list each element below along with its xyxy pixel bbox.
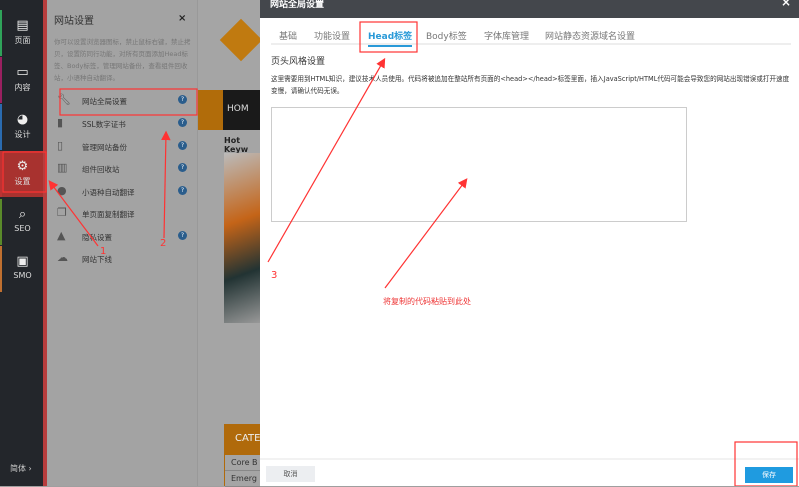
sidebar: ▤ 页面 ▭ 内容 ◕ 设计 ⚙ 设置 ⌕ SEO ▣ SMO 简体 › (0, 0, 44, 486)
category-title: CATE (235, 433, 261, 444)
help-icon[interactable]: ? (178, 95, 187, 104)
trash-icon: ▥ (57, 161, 68, 174)
hot-keywords: Hot Keyw (224, 136, 249, 154)
help-icon[interactable]: ? (178, 186, 187, 195)
archive-icon: ▯ (57, 139, 64, 152)
item-label: 小语种自动翻译 (82, 188, 135, 197)
cancel-button[interactable]: 取消 (266, 466, 315, 482)
panel-item-global-settings[interactable]: 🔧︎ 网站全局设置? (55, 90, 195, 112)
sidebar-item-page[interactable]: ▤ 页面 (0, 10, 43, 56)
panel-item-privacy[interactable]: ▲ 隐私设置? (55, 226, 195, 248)
item-label: SSL数字证书 (82, 120, 126, 129)
tab-static-domain[interactable]: 网站静态资源域名设置 (545, 29, 635, 42)
tab-fonts[interactable]: 字体库管理 (484, 29, 529, 42)
item-label: 单页面复制翻译 (82, 210, 135, 219)
dialog-header: 网站全局设置 × (260, 0, 799, 18)
sidebar-label: 内容 (14, 83, 31, 92)
close-icon[interactable]: × (178, 13, 186, 24)
category-row: Emerg (225, 471, 260, 487)
sidebar-item-seo[interactable]: ⌕ SEO (0, 199, 43, 245)
lock-icon: ▮ (57, 116, 64, 129)
sidebar-label: 页面 (14, 36, 31, 45)
site-logo (219, 18, 263, 62)
help-icon[interactable]: ? (178, 231, 187, 240)
help-icon[interactable]: ? (178, 141, 187, 150)
sidebar-item-smo[interactable]: ▣ SMO (0, 246, 43, 292)
section-description: 这里需要用到HTML知识，建议技术人员使用。代码将被追加在整站所有页面的<hea… (271, 75, 790, 95)
panel-item-backup[interactable]: ▯ 管理网站备份? (55, 136, 195, 158)
site-category-box: CATE Core B Emerg (224, 424, 261, 487)
item-label: 管理网站备份 (82, 143, 127, 152)
search-icon: ⌕ (18, 207, 27, 222)
sidebar-item-settings[interactable]: ⚙ 设置 (0, 151, 43, 197)
page-icon: ▤ (16, 18, 29, 33)
panel-title: 网站设置 (54, 16, 94, 27)
sidebar-label: 设置 (14, 177, 31, 186)
briefcase-icon: ▣ (16, 254, 29, 269)
global-settings-dialog: 网站全局设置 × 基础 功能设置 Head标签 Body标签 字体库管理 网站静态… (260, 0, 799, 486)
sidebar-label: 设计 (14, 130, 31, 139)
wrench-icon: 🔧︎ (57, 93, 71, 106)
sidebar-label: SEO (14, 224, 31, 233)
help-icon[interactable]: ? (178, 118, 187, 127)
sidebar-item-design[interactable]: ◕ 设计 (0, 104, 43, 150)
panel-item-page-copy-translate[interactable]: ❐ 单页面复制翻译 (55, 203, 195, 225)
annotation-hint: 将复制的代码粘贴到此处 (383, 297, 471, 306)
help-icon[interactable]: ? (178, 163, 187, 172)
palette-icon: ◕ (16, 112, 29, 127)
tab-basic[interactable]: 基础 (279, 29, 297, 42)
tab-head[interactable]: Head标签 (368, 29, 413, 47)
save-button[interactable]: 保存 (745, 467, 793, 483)
section-title: 页头风格设置 (271, 57, 326, 67)
panel-item-auto-translate[interactable]: ● 小语种自动翻译? (55, 181, 195, 203)
panel-description: 你可以设置浏览器图标，禁止鼠标右键，禁止拷贝，设置防同行功能，对所有页面添加He… (54, 38, 191, 82)
gear-icon: ⚙ (16, 159, 29, 174)
dialog-title: 网站全局设置 (270, 0, 325, 10)
settings-panel: 网站设置 × 你可以设置浏览器图标，禁止鼠标右键，禁止拷贝，设置防同行功能，对所… (47, 0, 197, 486)
site-nav-home: HOM (223, 90, 261, 130)
panel-item-recycle-bin[interactable]: ▥ 组件回收站? (55, 158, 195, 180)
panel-item-ssl[interactable]: ▮ SSL数字证书? (55, 113, 195, 135)
category-row: Core B (225, 455, 260, 471)
globe-icon: ● (57, 184, 67, 197)
copy-icon: ❐ (57, 206, 67, 219)
language-switcher[interactable]: 简体 › (10, 463, 32, 474)
cloud-download-icon: ☁ (57, 251, 68, 264)
item-label: 隐私设置 (82, 233, 112, 242)
content-icon: ▭ (16, 65, 29, 80)
site-banner-image (224, 153, 261, 323)
privacy-icon: ▲ (57, 229, 66, 242)
tab-bar: 基础 功能设置 Head标签 Body标签 字体库管理 网站静态资源域名设置 (271, 29, 791, 47)
item-label: 网站全局设置 (82, 97, 127, 106)
panel-item-site-offline[interactable]: ☁ 网站下线 (55, 248, 195, 270)
item-label: 网站下线 (82, 255, 112, 264)
website-preview: HOM Hot Keyw CATE Core B Emerg (197, 0, 263, 487)
tab-features[interactable]: 功能设置 (314, 29, 350, 42)
dialog-footer: 取消 保存 (260, 458, 799, 486)
tab-body[interactable]: Body标签 (426, 29, 467, 42)
sidebar-label: SMO (13, 271, 32, 280)
head-code-textarea[interactable] (271, 107, 687, 222)
sidebar-item-content[interactable]: ▭ 内容 (0, 57, 43, 103)
item-label: 组件回收站 (82, 165, 120, 174)
close-icon[interactable]: × (781, 0, 791, 8)
